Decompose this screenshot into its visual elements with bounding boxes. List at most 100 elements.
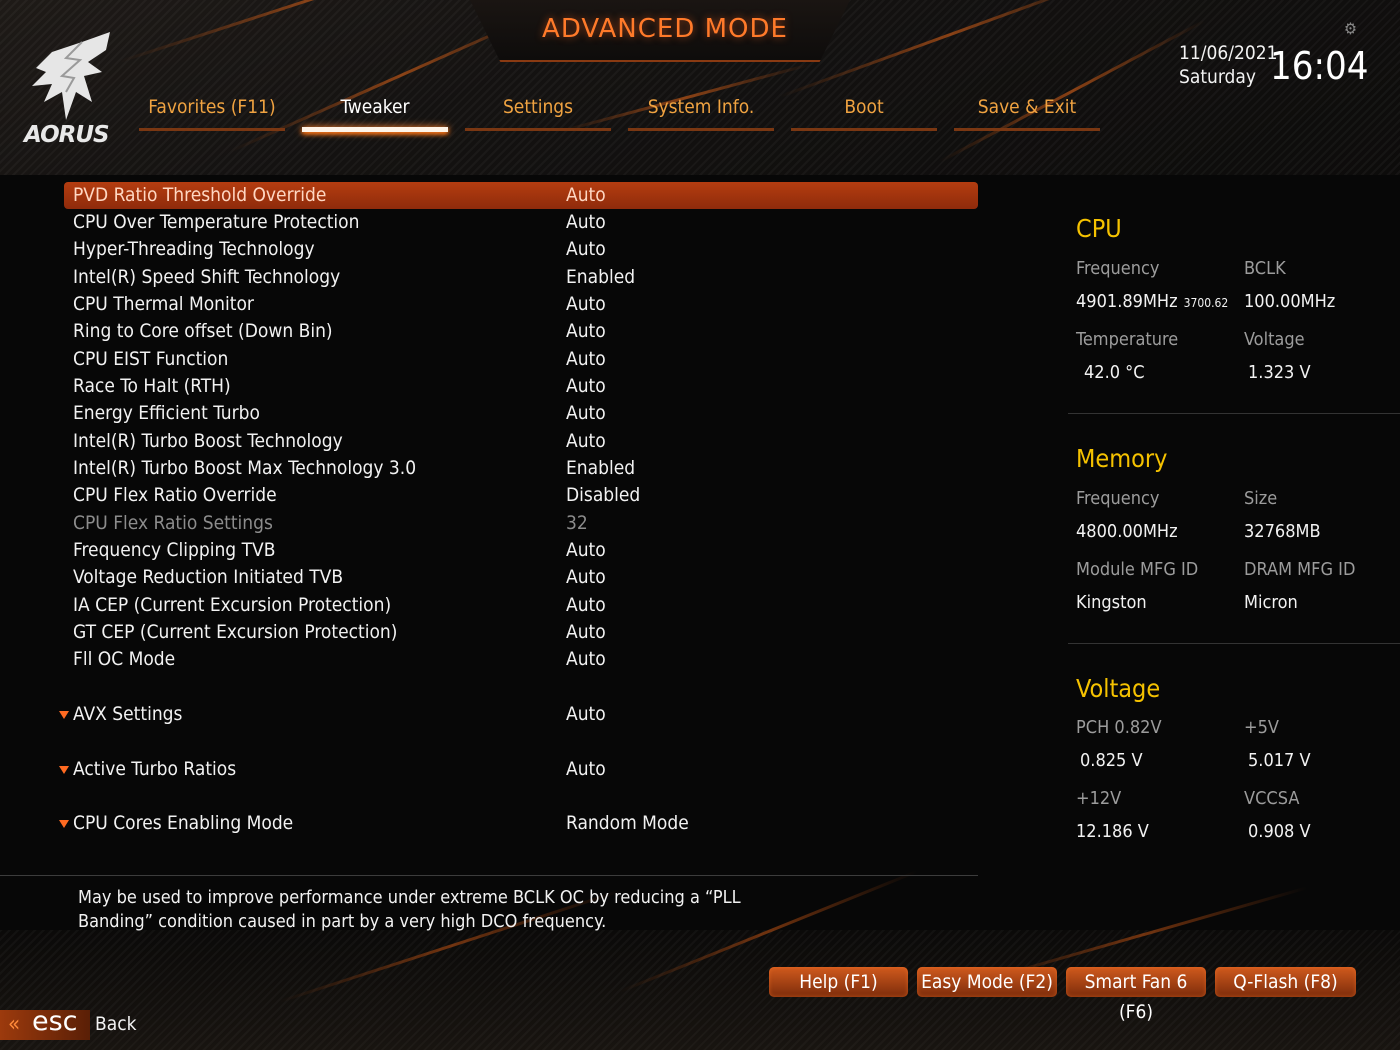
setting-voltage-reduction-tvb-value[interactable]: Auto — [566, 566, 606, 588]
q-flash-button[interactable]: Q-Flash (F8) — [1215, 967, 1356, 997]
memory-frequency-label: Frequency — [1076, 488, 1160, 509]
setting-energy-efficient-turbo-value[interactable]: Auto — [566, 402, 606, 424]
setting-turbo-boost-value[interactable]: Auto — [566, 430, 606, 452]
tab-settings[interactable]: Settings — [465, 96, 611, 118]
memory-dram-mfg-value: Micron — [1244, 592, 1298, 613]
submenu-avx-settings[interactable]: AVX Settings — [73, 703, 182, 725]
esc-label[interactable]: esc — [32, 1006, 78, 1037]
voltage-vccsa-label: VCCSA — [1244, 788, 1300, 809]
setting-frequency-clipping-tvb-value[interactable]: Auto — [566, 539, 606, 561]
setting-pvd-ratio-threshold-override[interactable]: PVD Ratio Threshold Override — [73, 184, 326, 206]
cpu-temperature-label: Temperature — [1076, 329, 1179, 350]
cpu-frequency-secondary: 3700.62 — [1183, 296, 1229, 310]
voltage-5v-value: 5.017 V — [1248, 750, 1311, 771]
setting-cpu-eist[interactable]: CPU EIST Function — [73, 348, 228, 370]
setting-gt-cep-value[interactable]: Auto — [566, 621, 606, 643]
setting-cpu-thermal-monitor-value[interactable]: Auto — [566, 293, 606, 315]
tab-settings-underline — [465, 128, 611, 131]
memory-module-mfg-label: Module MFG ID — [1076, 559, 1199, 580]
setting-energy-efficient-turbo[interactable]: Energy Efficient Turbo — [73, 402, 260, 424]
setting-frequency-clipping-tvb[interactable]: Frequency Clipping TVB — [73, 539, 275, 561]
cpu-frequency-label: Frequency — [1076, 258, 1160, 279]
setting-hyper-threading-value[interactable]: Auto — [566, 238, 606, 260]
submenu-avx-settings-value[interactable]: Auto — [566, 703, 606, 725]
setting-ring-to-core-offset[interactable]: Ring to Core offset (Down Bin) — [73, 320, 333, 342]
tab-favorites-underline — [139, 128, 285, 131]
setting-race-to-halt-value[interactable]: Auto — [566, 375, 606, 397]
cpu-frequency-value: 4901.89MHz 3700.62 — [1076, 291, 1229, 312]
setting-turbo-boost[interactable]: Intel(R) Turbo Boost Technology — [73, 430, 343, 452]
setting-ia-cep[interactable]: IA CEP (Current Excursion Protection) — [73, 594, 391, 616]
tab-tweaker[interactable]: Tweaker — [302, 96, 448, 118]
description-divider — [0, 875, 978, 876]
voltage-5v-label: +5V — [1244, 717, 1279, 738]
date-display: 11/06/2021 — [1179, 42, 1278, 64]
setting-cpu-flex-ratio-override[interactable]: CPU Flex Ratio Override — [73, 484, 277, 506]
help-button[interactable]: Help (F1) — [769, 967, 908, 997]
tab-save-exit[interactable]: Save & Exit — [954, 96, 1100, 118]
setting-cpu-eist-value[interactable]: Auto — [566, 348, 606, 370]
submenu-arrow-icon — [59, 711, 69, 719]
help-description: May be used to improve performance under… — [78, 887, 741, 932]
cpu-temperature-value: 42.0 °C — [1084, 362, 1145, 383]
setting-gt-cep[interactable]: GT CEP (Current Excursion Protection) — [73, 621, 397, 643]
memory-dram-mfg-label: DRAM MFG ID — [1244, 559, 1356, 580]
cpu-bclk-label: BCLK — [1244, 258, 1286, 279]
setting-cpu-over-temperature-protection[interactable]: CPU Over Temperature Protection — [73, 211, 359, 233]
voltage-section-title: Voltage — [1076, 674, 1161, 703]
tab-tweaker-underline — [302, 127, 448, 132]
setting-cpu-flex-ratio-settings-value: 32 — [566, 512, 588, 534]
setting-fll-oc-mode-value[interactable]: Auto — [566, 648, 606, 670]
voltage-pch-value: 0.825 V — [1080, 750, 1143, 771]
memory-frequency-value: 4800.00MHz — [1076, 521, 1178, 542]
tab-boot-underline — [791, 128, 937, 131]
cpu-section-divider — [1068, 413, 1400, 414]
setting-cpu-flex-ratio-settings: CPU Flex Ratio Settings — [73, 512, 273, 534]
setting-ia-cep-value[interactable]: Auto — [566, 594, 606, 616]
memory-module-mfg-value: Kingston — [1076, 592, 1147, 613]
setting-pvd-ratio-threshold-override-value[interactable]: Auto — [566, 184, 606, 206]
time-display: 16:04 — [1270, 44, 1369, 88]
setting-cpu-flex-ratio-override-value[interactable]: Disabled — [566, 484, 640, 506]
setting-cpu-over-temperature-protection-value[interactable]: Auto — [566, 211, 606, 233]
smart-fan-button[interactable]: Smart Fan 6 (F6) — [1066, 967, 1206, 1023]
cpu-voltage-label: Voltage — [1244, 329, 1305, 350]
setting-cpu-thermal-monitor[interactable]: CPU Thermal Monitor — [73, 293, 254, 315]
tab-favorites[interactable]: Favorites (F11) — [139, 96, 285, 118]
submenu-cpu-cores-enabling-mode[interactable]: CPU Cores Enabling Mode — [73, 812, 293, 834]
setting-turbo-boost-max-3-value[interactable]: Enabled — [566, 457, 635, 479]
voltage-vccsa-value: 0.908 V — [1248, 821, 1311, 842]
logo-text: AORUS — [24, 122, 110, 148]
setting-turbo-boost-max-3[interactable]: Intel(R) Turbo Boost Max Technology 3.0 — [73, 457, 416, 479]
gear-icon[interactable]: ⚙ — [1344, 19, 1357, 38]
setting-speed-shift[interactable]: Intel(R) Speed Shift Technology — [73, 266, 340, 288]
memory-size-label: Size — [1244, 488, 1278, 509]
esc-chevron-icon: « — [8, 1012, 21, 1037]
page-title: ADVANCED MODE — [542, 14, 788, 44]
setting-ring-to-core-offset-value[interactable]: Auto — [566, 320, 606, 342]
tab-system-info[interactable]: System Info. — [628, 96, 774, 118]
voltage-12v-label: +12V — [1076, 788, 1122, 809]
memory-section-title: Memory — [1076, 444, 1168, 473]
tab-save-exit-underline — [954, 128, 1100, 131]
back-label[interactable]: Back — [95, 1013, 137, 1035]
submenu-arrow-icon — [59, 820, 69, 828]
memory-size-value: 32768MB — [1244, 521, 1321, 542]
memory-section-divider — [1068, 643, 1400, 644]
setting-hyper-threading[interactable]: Hyper-Threading Technology — [73, 238, 315, 260]
cpu-bclk-value: 100.00MHz — [1244, 291, 1336, 312]
setting-voltage-reduction-tvb[interactable]: Voltage Reduction Initiated TVB — [73, 566, 343, 588]
setting-speed-shift-value[interactable]: Enabled — [566, 266, 635, 288]
setting-race-to-halt[interactable]: Race To Halt (RTH) — [73, 375, 231, 397]
setting-fll-oc-mode[interactable]: Fll OC Mode — [73, 648, 175, 670]
cpu-section-title: CPU — [1076, 214, 1122, 243]
submenu-active-turbo-ratios-value[interactable]: Auto — [566, 758, 606, 780]
easy-mode-button[interactable]: Easy Mode (F2) — [917, 967, 1057, 997]
voltage-pch-label: PCH 0.82V — [1076, 717, 1162, 738]
submenu-arrow-icon — [59, 766, 69, 774]
submenu-active-turbo-ratios[interactable]: Active Turbo Ratios — [73, 758, 236, 780]
submenu-cpu-cores-enabling-mode-value[interactable]: Random Mode — [566, 812, 689, 834]
tab-boot[interactable]: Boot — [791, 96, 937, 118]
cpu-voltage-value: 1.323 V — [1248, 362, 1311, 383]
tab-system-info-underline — [628, 128, 774, 131]
